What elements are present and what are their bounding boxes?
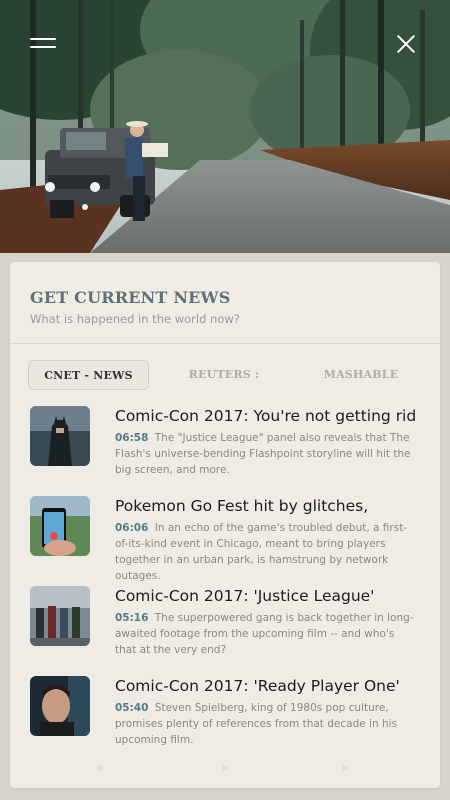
- news-thumbnail: [30, 676, 90, 736]
- news-title: Pokemon Go Fest hit by glitches,: [115, 497, 369, 515]
- pagination-dot[interactable]: [97, 765, 103, 771]
- news-summary: 06:58 The "Justice League" panel also re…: [115, 430, 415, 478]
- menu-line: [30, 38, 56, 40]
- pagination-dot[interactable]: [222, 765, 228, 771]
- card-title: GET CURRENT NEWS: [30, 288, 231, 307]
- close-icon[interactable]: [396, 34, 416, 54]
- hamburger-menu-icon[interactable]: [30, 38, 56, 52]
- pagination-dot[interactable]: [342, 765, 348, 771]
- tab-cnet-news[interactable]: CNET - NEWS: [28, 360, 149, 390]
- ready-player-one-thumbnail-image: [30, 676, 90, 736]
- forest-road-photo: [0, 0, 450, 253]
- news-body-text: The superpowered gang is back together i…: [115, 612, 414, 656]
- tab-mashable[interactable]: MASHABLE: [300, 360, 422, 390]
- news-item[interactable]: Comic-Con 2017: 'Ready Player One' 05:40…: [30, 676, 430, 756]
- news-title: Comic-Con 2017: 'Ready Player One': [115, 677, 400, 695]
- news-body-text: Steven Spielberg, king of 1980s pop cult…: [115, 702, 398, 746]
- news-summary: 06:06 In an echo of the game's troubled …: [115, 520, 415, 584]
- justice-league-thumbnail-image: [30, 586, 90, 646]
- hero-image: [0, 0, 450, 253]
- tab-reuters[interactable]: REUTERS :: [162, 360, 286, 390]
- menu-line: [30, 46, 56, 48]
- news-item[interactable]: Comic-Con 2017: You're not getting rid 0…: [30, 406, 430, 486]
- pagination-dots: [10, 765, 440, 773]
- news-body-text: In an echo of the game's troubled debut,…: [115, 522, 408, 582]
- news-time: 05:16: [115, 612, 149, 624]
- news-item[interactable]: Comic-Con 2017: 'Justice League' 05:16 T…: [30, 586, 430, 666]
- news-thumbnail: [30, 406, 90, 466]
- news-item[interactable]: Pokemon Go Fest hit by glitches, 06:06 I…: [30, 496, 430, 582]
- source-tabs: CNET - NEWS REUTERS : MASHABLE: [10, 344, 440, 406]
- news-summary: 05:16 The superpowered gang is back toge…: [115, 610, 415, 658]
- card-header: GET CURRENT NEWS What is happened in the…: [10, 262, 440, 344]
- batman-thumbnail-image: [30, 406, 90, 466]
- news-title: Comic-Con 2017: You're not getting rid: [115, 407, 417, 425]
- news-time: 06:58: [115, 432, 149, 444]
- news-thumbnail: [30, 586, 90, 646]
- news-time: 06:06: [115, 522, 149, 534]
- news-time: 05:40: [115, 702, 149, 714]
- pokemon-phone-thumbnail-image: [30, 496, 90, 556]
- card-subtitle: What is happened in the world now?: [30, 312, 240, 326]
- news-thumbnail: [30, 496, 90, 556]
- news-body-text: The "Justice League" panel also reveals …: [115, 432, 411, 476]
- news-title: Comic-Con 2017: 'Justice League': [115, 587, 375, 605]
- news-summary: 05:40 Steven Spielberg, king of 1980s po…: [115, 700, 415, 748]
- news-card: GET CURRENT NEWS What is happened in the…: [10, 262, 440, 788]
